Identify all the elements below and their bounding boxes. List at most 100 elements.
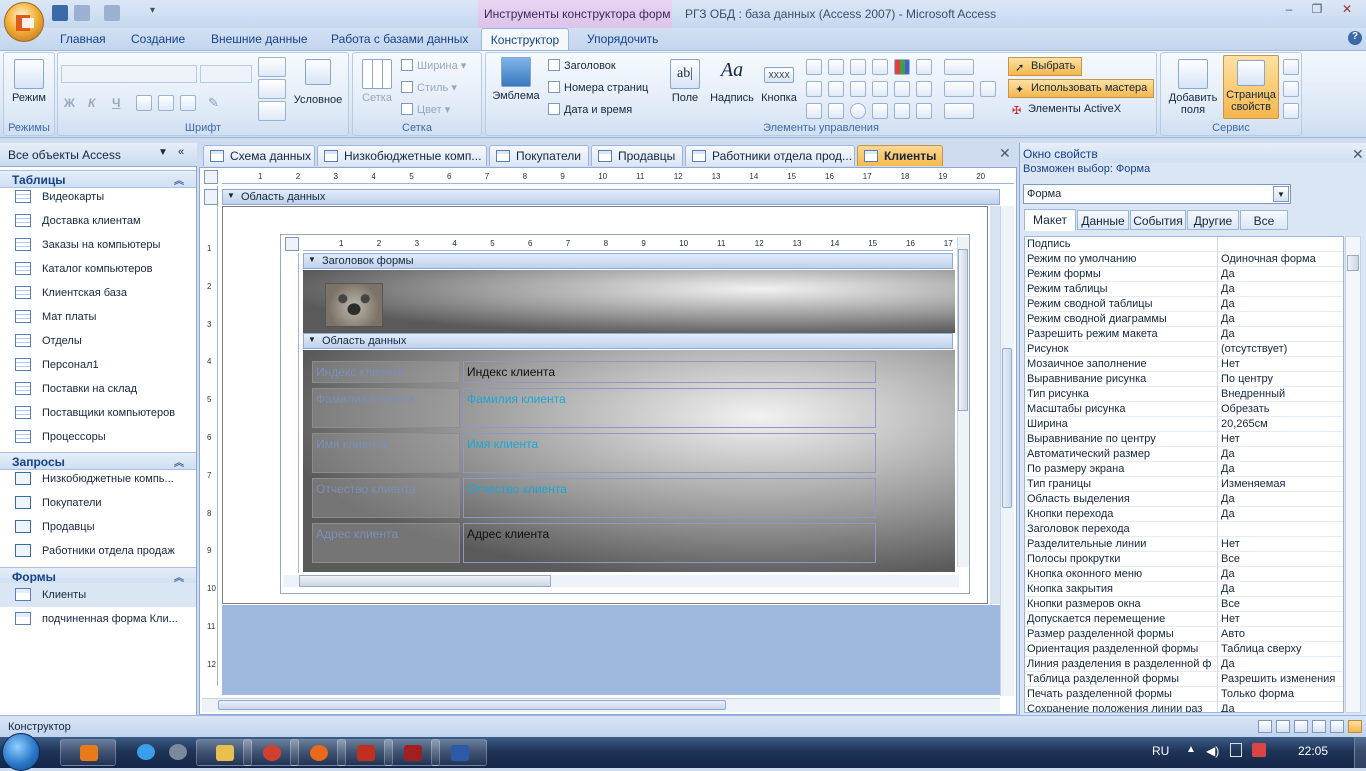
selection-combo[interactable]: Форма ▼: [1023, 184, 1291, 204]
property-value[interactable]: Только форма: [1221, 688, 1343, 700]
pivotchart-view-icon[interactable]: [1312, 720, 1326, 733]
line-color-picker-icon[interactable]: [944, 103, 974, 119]
close-document-icon[interactable]: ✕: [999, 145, 1011, 162]
property-value[interactable]: Внедренный: [1221, 388, 1343, 400]
activex-button[interactable]: ✠ Элементы ActiveX: [1012, 103, 1121, 117]
doc-tab-lowbudget[interactable]: Низкобюджетные комп...: [317, 145, 487, 166]
hyperlink-icon[interactable]: [850, 59, 866, 75]
set-control-defaults-icon[interactable]: [980, 81, 996, 97]
nav-item[interactable]: Поставки на склад: [0, 377, 196, 401]
qat-customize-icon[interactable]: ▾: [150, 5, 155, 16]
property-row[interactable]: Рисунок (отсутствует): [1025, 342, 1343, 357]
align-right-icon[interactable]: [180, 95, 196, 111]
conditional-button[interactable]: Условное: [290, 59, 346, 106]
maximize-icon[interactable]: ❐: [1304, 2, 1330, 20]
subform-new-window-icon[interactable]: [1283, 103, 1299, 119]
nav-item[interactable]: Работники отдела продаж: [0, 539, 196, 563]
subform-horizontal-thumb[interactable]: [299, 575, 551, 587]
tab-arrange[interactable]: Упорядочить: [587, 28, 658, 50]
undo-icon[interactable]: [74, 5, 90, 21]
nav-item[interactable]: Клиенты: [0, 583, 196, 607]
property-row[interactable]: Полосы прокрутки Все: [1025, 552, 1343, 567]
property-scroll-thumb[interactable]: [1347, 255, 1359, 271]
line-type-icon[interactable]: [944, 81, 974, 97]
property-row[interactable]: Автоматический размер Да: [1025, 447, 1343, 462]
property-row[interactable]: Разрешить режим макета Да: [1025, 327, 1343, 342]
doc-tab-sellers[interactable]: Продавцы: [591, 145, 683, 166]
property-value[interactable]: Да: [1221, 298, 1343, 310]
checkbox-icon[interactable]: [850, 81, 866, 97]
chart-icon[interactable]: [894, 59, 910, 75]
form-design-surface[interactable]: 1 2 3 4 5 6 7 8 9 10 11 12 13 14 15 16 17 18 19 20 12345678…: [199, 167, 1017, 715]
label-button[interactable]: Aa Надпись: [708, 59, 756, 104]
nav-item[interactable]: Низкобюджетные компь...: [0, 467, 196, 491]
property-row[interactable]: Выравнивание по центру Нет: [1025, 432, 1343, 447]
show-desktop-button[interactable]: [1354, 737, 1366, 768]
property-row[interactable]: Режим сводной диаграммы Да: [1025, 312, 1343, 327]
code-icon[interactable]: [1283, 59, 1299, 75]
textbox-button[interactable]: ab| Поле: [666, 59, 704, 104]
language-indicator[interactable]: RU: [1152, 744, 1169, 758]
subform-selector[interactable]: [285, 237, 299, 251]
property-value[interactable]: Да: [1221, 313, 1343, 325]
detail-band-bar[interactable]: Область данных: [222, 189, 1000, 205]
field-label[interactable]: Имя клиента: [312, 433, 460, 473]
form-selector[interactable]: [204, 170, 218, 184]
align-left-icon[interactable]: [136, 95, 152, 111]
office-button[interactable]: [4, 2, 44, 42]
section-selector[interactable]: [204, 189, 218, 205]
bound-object-icon[interactable]: [894, 81, 910, 97]
property-row[interactable]: Область выделения Да: [1025, 492, 1343, 507]
field-label[interactable]: Отчество клиента: [312, 478, 460, 518]
nav-item[interactable]: Процессоры: [0, 425, 196, 449]
field-textbox[interactable]: Имя клиента: [463, 433, 876, 473]
property-row[interactable]: Линия разделения в разделенной ф Да: [1025, 657, 1343, 672]
minimize-icon[interactable]: –: [1276, 2, 1302, 20]
property-value[interactable]: Да: [1221, 283, 1343, 295]
font-name-combo[interactable]: [61, 65, 197, 83]
nav-item[interactable]: Заказы на компьютеры: [0, 233, 196, 257]
help-icon[interactable]: ?: [1348, 31, 1362, 45]
nav-item[interactable]: Продавцы: [0, 515, 196, 539]
koala-logo-image[interactable]: [325, 283, 383, 327]
taskbar-word[interactable]: [431, 739, 487, 766]
option-button-icon[interactable]: [850, 103, 866, 119]
heading-button[interactable]: Заголовок: [548, 59, 616, 72]
underline-button[interactable]: Ч: [112, 96, 120, 110]
form-view-icon[interactable]: [1258, 720, 1272, 733]
doc-tab-sales-staff[interactable]: Работники отдела прод...: [685, 145, 855, 166]
insert-image-icon[interactable]: [894, 103, 910, 119]
property-value[interactable]: Да: [1221, 583, 1343, 595]
property-sheet-button[interactable]: Страница свойств: [1223, 55, 1279, 119]
property-row[interactable]: Тип рисунка Внедренный: [1025, 387, 1343, 402]
tab-layout[interactable]: Макет: [1024, 209, 1076, 231]
align-center-icon[interactable]: [158, 95, 174, 111]
property-row[interactable]: Заголовок перехода: [1025, 522, 1343, 537]
pivottable-view-icon[interactable]: [1294, 720, 1308, 733]
line-icon[interactable]: [828, 59, 844, 75]
collapse-section-icon[interactable]: ︽: [174, 569, 184, 584]
attachment-icon[interactable]: [916, 103, 932, 119]
property-value[interactable]: Нет: [1221, 613, 1343, 625]
nav-item[interactable]: Поставщики компьютеров: [0, 401, 196, 425]
tab-order-icon[interactable]: [1283, 81, 1299, 97]
property-row[interactable]: Кнопка закрытия Да: [1025, 582, 1343, 597]
redo-icon[interactable]: [104, 5, 120, 21]
property-row[interactable]: Допускается перемещение Нет: [1025, 612, 1343, 627]
volume-icon[interactable]: ◀): [1206, 744, 1219, 758]
subform-control[interactable]: 1234567891011121314151617 Заголовок форм…: [280, 234, 970, 594]
property-value[interactable]: Авто: [1221, 628, 1343, 640]
property-row[interactable]: Ширина 20,265см: [1025, 417, 1343, 432]
start-button[interactable]: [2, 733, 40, 771]
tab-external-data[interactable]: Внешние данные: [211, 28, 308, 50]
property-value[interactable]: (отсутствует): [1221, 343, 1343, 355]
datasheet-view-icon[interactable]: [1276, 720, 1290, 733]
property-value[interactable]: Да: [1221, 493, 1343, 505]
property-value[interactable]: 20,265см: [1221, 418, 1343, 430]
property-scrollbar[interactable]: [1345, 236, 1361, 713]
fill-color-icon[interactable]: [258, 79, 286, 99]
property-row[interactable]: Режим таблицы Да: [1025, 282, 1343, 297]
property-value[interactable]: Да: [1221, 508, 1343, 520]
page-break-icon[interactable]: [872, 59, 888, 75]
subform-icon[interactable]: [872, 81, 888, 97]
